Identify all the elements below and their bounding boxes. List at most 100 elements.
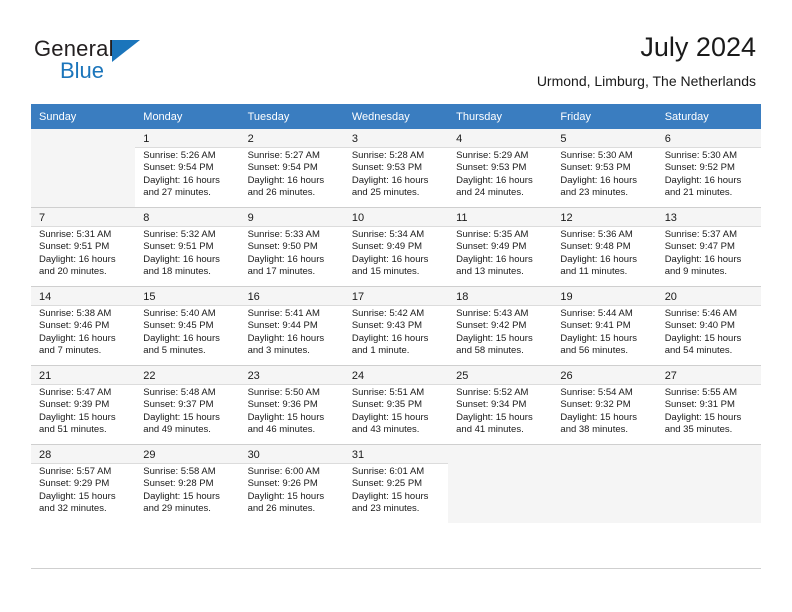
calendar-day-cell[interactable]: 31 Sunrise: 6:01 AM Sunset: 9:25 PM Dayligh… [343,444,449,523]
day-details: Sunrise: 5:51 AM Sunset: 9:35 PM Daylight:… [343,384,449,444]
sunrise-text: Sunrise: 5:28 AM [351,150,425,161]
calendar-day-cell[interactable]: 30 Sunrise: 6:00 AM Sunset: 9:26 PM Dayligh… [239,444,344,523]
sunset-text: Sunset: 9:49 PM [456,241,527,253]
daylight-text: and 35 minutes. [664,424,733,436]
calendar-day-cell[interactable]: 11 Sunrise: 5:35 AM Sunset: 9:49 PM Dayligh… [448,207,553,287]
day-number: 18 [456,291,469,303]
day-number: 10 [351,212,365,224]
calendar-day-cell[interactable]: 20 Sunrise: 5:46 AM Sunset: 9:40 PM Dayligh… [656,286,761,366]
daylight-text: and 5 minutes. [143,345,206,357]
daylight-text: Daylight: 16 hours [560,174,637,186]
calendar-day-cell[interactable]: 29 Sunrise: 5:58 AM Sunset: 9:28 PM Dayligh… [135,444,240,523]
calendar-day-cell[interactable]: 25 Sunrise: 5:52 AM Sunset: 9:34 PM Dayligh… [448,365,553,445]
general-blue-logo[interactable]: General Blue [34,36,234,88]
calendar-day-cell[interactable]: 21 Sunrise: 5:47 AM Sunset: 9:39 PM Dayligh… [31,365,136,445]
calendar-day-cell[interactable]: 18 Sunrise: 5:43 AM Sunset: 9:42 PM Dayligh… [448,286,553,366]
day-number: 21 [39,370,52,382]
calendar-day-cell[interactable]: 27 Sunrise: 5:55 AM Sunset: 9:31 PM Dayligh… [656,365,761,445]
day-number: 19 [560,291,573,303]
calendar-day-cell[interactable]: 8 Sunrise: 5:32 AM Sunset: 9:51 PM Daylight… [135,207,240,287]
calendar-empty-cell [31,129,136,208]
day-cell-inner [657,445,761,523]
daylight-text: and 3 minutes. [247,345,310,357]
day-details: Sunrise: 5:50 AM Sunset: 9:36 PM Daylight:… [239,384,344,444]
day-cell-inner: 13 Sunrise: 5:37 AM Sunset: 9:47 PM Dayligh… [656,208,761,286]
calendar-day-cell[interactable]: 7 Sunrise: 5:31 AM Sunset: 9:51 PM Daylight… [31,207,136,287]
daylight-text: Daylight: 15 hours [143,490,220,502]
daylight-text: Daylight: 15 hours [560,332,637,344]
sunrise-text: Sunrise: 5:58 AM [143,466,216,477]
calendar-day-cell[interactable]: 10 Sunrise: 5:34 AM Sunset: 9:49 PM Dayligh… [343,207,449,287]
sunrise-text: Sunrise: 5:37 AM [664,229,738,240]
sunrise-text: Sunrise: 5:48 AM [143,387,216,398]
calendar-day-cell[interactable]: 3 Sunrise: 5:28 AM Sunset: 9:53 PM Daylight… [343,129,449,208]
calendar-day-cell[interactable]: 22 Sunrise: 5:48 AM Sunset: 9:37 PM Dayligh… [135,365,240,445]
day-cell-inner: 14 Sunrise: 5:38 AM Sunset: 9:46 PM Dayligh… [31,287,136,365]
daylight-text: and 27 minutes. [143,187,211,199]
calendar-day-cell[interactable]: 1 Sunrise: 5:26 AM Sunset: 9:54 PM Daylight… [135,129,240,208]
calendar-day-cell[interactable]: 4 Sunrise: 5:29 AM Sunset: 9:53 PM Daylight… [448,129,553,208]
calendar-day-cell[interactable]: 12 Sunrise: 5:36 AM Sunset: 9:48 PM Dayligh… [552,207,657,287]
sunrise-text: Sunrise: 5:33 AM [247,229,320,240]
calendar-week-row: 21 Sunrise: 5:47 AM Sunset: 9:39 PM Dayligh… [31,365,761,445]
day-number: 25 [456,370,469,382]
daylight-text: and 49 minutes. [143,424,211,436]
calendar-day-cell[interactable]: 9 Sunrise: 5:33 AM Sunset: 9:50 PM Daylight… [239,207,344,287]
calendar-day-cell[interactable]: 14 Sunrise: 5:38 AM Sunset: 9:46 PM Dayligh… [31,286,136,366]
calendar-day-cell[interactable]: 13 Sunrise: 5:37 AM Sunset: 9:47 PM Dayligh… [656,207,761,287]
calendar-day-cell[interactable]: 17 Sunrise: 5:42 AM Sunset: 9:43 PM Dayligh… [343,286,449,366]
daylight-text: Daylight: 16 hours [143,174,220,186]
day-number: 8 [143,212,150,224]
calendar-day-cell[interactable]: 5 Sunrise: 5:30 AM Sunset: 9:53 PM Daylight… [552,129,657,208]
day-number: 13 [664,212,677,224]
calendar-day-cell[interactable]: 6 Sunrise: 5:30 AM Sunset: 9:52 PM Daylight… [656,129,761,208]
weekday-header-sunday: Sunday [31,104,136,129]
daylight-text: Daylight: 15 hours [456,411,533,423]
logo-triangle-icon [112,40,140,62]
sunset-text: Sunset: 9:37 PM [143,399,214,411]
sunset-text: Sunset: 9:54 PM [143,162,214,174]
day-details: Sunrise: 5:37 AM Sunset: 9:47 PM Daylight:… [656,226,761,286]
sunset-text: Sunset: 9:36 PM [247,399,318,411]
daylight-text: and 23 minutes. [351,503,420,515]
sunrise-text: Sunrise: 5:40 AM [143,308,216,319]
calendar-day-cell[interactable]: 23 Sunrise: 5:50 AM Sunset: 9:36 PM Dayligh… [239,365,344,445]
day-cell-inner: 28 Sunrise: 5:57 AM Sunset: 9:29 PM Dayligh… [31,445,136,523]
day-details: Sunrise: 5:46 AM Sunset: 9:40 PM Daylight:… [656,305,761,365]
calendar-day-cell[interactable]: 19 Sunrise: 5:44 AM Sunset: 9:41 PM Dayligh… [552,286,657,366]
title-block: July 2024 Urmond, Limburg, The Netherlan… [537,30,756,90]
calendar-day-cell[interactable]: 15 Sunrise: 5:40 AM Sunset: 9:45 PM Dayligh… [135,286,240,366]
daylight-text: and 13 minutes. [456,266,524,278]
day-cell-inner: 20 Sunrise: 5:46 AM Sunset: 9:40 PM Dayligh… [656,287,761,365]
daylight-text: and 51 minutes. [39,424,107,436]
calendar-day-cell[interactable]: 26 Sunrise: 5:54 AM Sunset: 9:32 PM Dayligh… [552,365,657,445]
calendar-day-cell[interactable]: 2 Sunrise: 5:27 AM Sunset: 9:54 PM Daylight… [239,129,344,208]
weekday-header-thursday: Thursday [448,104,553,129]
sunrise-text: Sunrise: 5:36 AM [560,229,633,240]
day-details: Sunrise: 5:35 AM Sunset: 9:49 PM Daylight:… [448,226,553,286]
day-cell-inner: 26 Sunrise: 5:54 AM Sunset: 9:32 PM Dayligh… [552,366,657,444]
day-number: 14 [39,291,52,303]
daylight-text: and 25 minutes. [351,187,420,199]
day-number: 22 [143,370,156,382]
day-details: Sunrise: 6:00 AM Sunset: 9:26 PM Daylight:… [239,463,344,523]
daylight-text: and 1 minute. [351,345,410,357]
daylight-text: Daylight: 15 hours [351,490,429,502]
sunset-text: Sunset: 9:39 PM [39,399,110,411]
calendar-day-cell[interactable]: 24 Sunrise: 5:51 AM Sunset: 9:35 PM Dayligh… [343,365,449,445]
calendar-day-cell[interactable]: 16 Sunrise: 5:41 AM Sunset: 9:44 PM Dayligh… [239,286,344,366]
day-details: Sunrise: 5:42 AM Sunset: 9:43 PM Daylight:… [343,305,449,365]
day-cell-inner: 22 Sunrise: 5:48 AM Sunset: 9:37 PM Dayligh… [135,366,240,444]
daylight-text: Daylight: 16 hours [664,174,742,186]
calendar-day-cell[interactable]: 28 Sunrise: 5:57 AM Sunset: 9:29 PM Dayligh… [31,444,136,523]
daylight-text: Daylight: 15 hours [664,411,742,423]
day-cell-inner: 3 Sunrise: 5:28 AM Sunset: 9:53 PM Daylight… [343,129,449,207]
day-cell-inner: 6 Sunrise: 5:30 AM Sunset: 9:52 PM Daylight… [656,129,761,207]
sunrise-text: Sunrise: 5:30 AM [664,150,738,161]
sunset-text: Sunset: 9:47 PM [664,241,735,253]
day-cell-inner: 10 Sunrise: 5:34 AM Sunset: 9:49 PM Dayligh… [343,208,449,286]
daylight-text: and 38 minutes. [560,424,629,436]
sunrise-text: Sunrise: 5:41 AM [247,308,320,319]
sunrise-text: Sunrise: 5:38 AM [39,308,112,319]
day-number: 9 [247,212,254,224]
